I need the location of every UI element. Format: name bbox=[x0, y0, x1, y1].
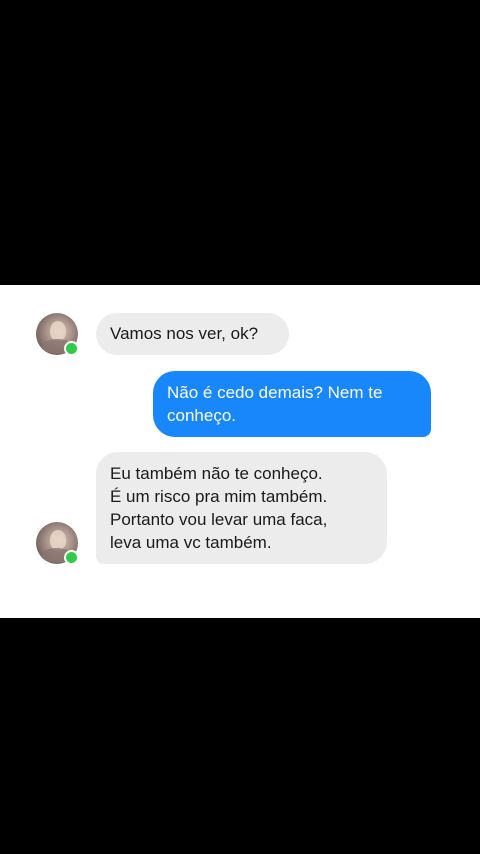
message-bubble-outgoing[interactable]: Não é cedo demais? Nem te conheço. bbox=[153, 371, 431, 437]
screenshot-frame: Vamos nos ver, ok? Não é cedo demais? Ne… bbox=[0, 0, 480, 854]
message-text: Eu também não te conheço. bbox=[110, 464, 323, 483]
message-text: Portanto vou levar uma faca, bbox=[110, 510, 328, 529]
message-text: Não é cedo demais? Nem te bbox=[167, 383, 383, 402]
online-status-icon bbox=[64, 550, 79, 565]
message-text: conheço. bbox=[167, 406, 236, 425]
avatar-face bbox=[50, 321, 66, 341]
message-bubble-incoming[interactable]: Eu também não te conheço. É um risco pra… bbox=[96, 452, 387, 564]
message-bubble-incoming[interactable]: Vamos nos ver, ok? bbox=[96, 313, 289, 355]
chat-thread[interactable]: Vamos nos ver, ok? Não é cedo demais? Ne… bbox=[0, 285, 480, 618]
message-text: É um risco pra mim também. bbox=[110, 487, 328, 506]
contact-avatar[interactable] bbox=[36, 313, 79, 356]
contact-avatar[interactable] bbox=[36, 522, 79, 565]
avatar-face bbox=[50, 530, 66, 550]
message-text: Vamos nos ver, ok? bbox=[110, 324, 259, 343]
message-text: leva uma vc também. bbox=[110, 533, 272, 552]
online-status-icon bbox=[64, 341, 79, 356]
